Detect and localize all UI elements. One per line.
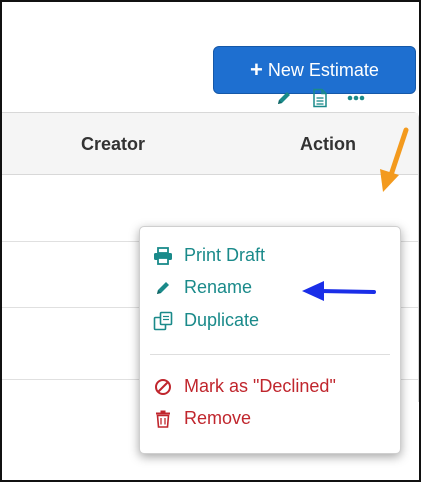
ellipsis-icon[interactable] xyxy=(344,86,368,110)
duplicate-icon xyxy=(152,311,174,331)
printer-icon xyxy=(152,246,174,266)
table-header: Creator Action xyxy=(2,113,418,175)
pencil-icon[interactable] xyxy=(272,86,296,110)
column-header-creator: Creator xyxy=(81,134,146,154)
menu-item-label: Duplicate xyxy=(184,310,260,330)
menu-item-print-draft[interactable]: Print Draft xyxy=(152,245,265,266)
new-estimate-label: New Estimate xyxy=(267,59,379,80)
column-header-action: Action xyxy=(300,134,356,154)
row-actions xyxy=(272,86,368,110)
row-actions-menu: Print Draft Rename Duplicate Mark as "De… xyxy=(139,226,401,454)
ban-icon xyxy=(152,377,174,397)
menu-item-rename[interactable]: Rename xyxy=(152,277,252,298)
trash-icon xyxy=(152,409,174,429)
menu-item-label: Mark as "Declined" xyxy=(184,376,336,396)
menu-item-label: Remove xyxy=(184,408,252,428)
menu-divider xyxy=(150,354,390,355)
document-icon[interactable] xyxy=(308,86,332,110)
menu-item-duplicate[interactable]: Duplicate xyxy=(152,310,259,331)
menu-item-label: Print Draft xyxy=(184,245,266,265)
menu-item-mark-declined[interactable]: Mark as "Declined" xyxy=(152,376,336,397)
menu-item-remove[interactable]: Remove xyxy=(152,408,251,429)
menu-item-label: Rename xyxy=(184,277,253,297)
plus-icon: + xyxy=(250,57,263,82)
pencil-icon xyxy=(152,278,174,298)
screenshot-frame: + New Estimate Creator Action Print Draf… xyxy=(0,0,421,482)
